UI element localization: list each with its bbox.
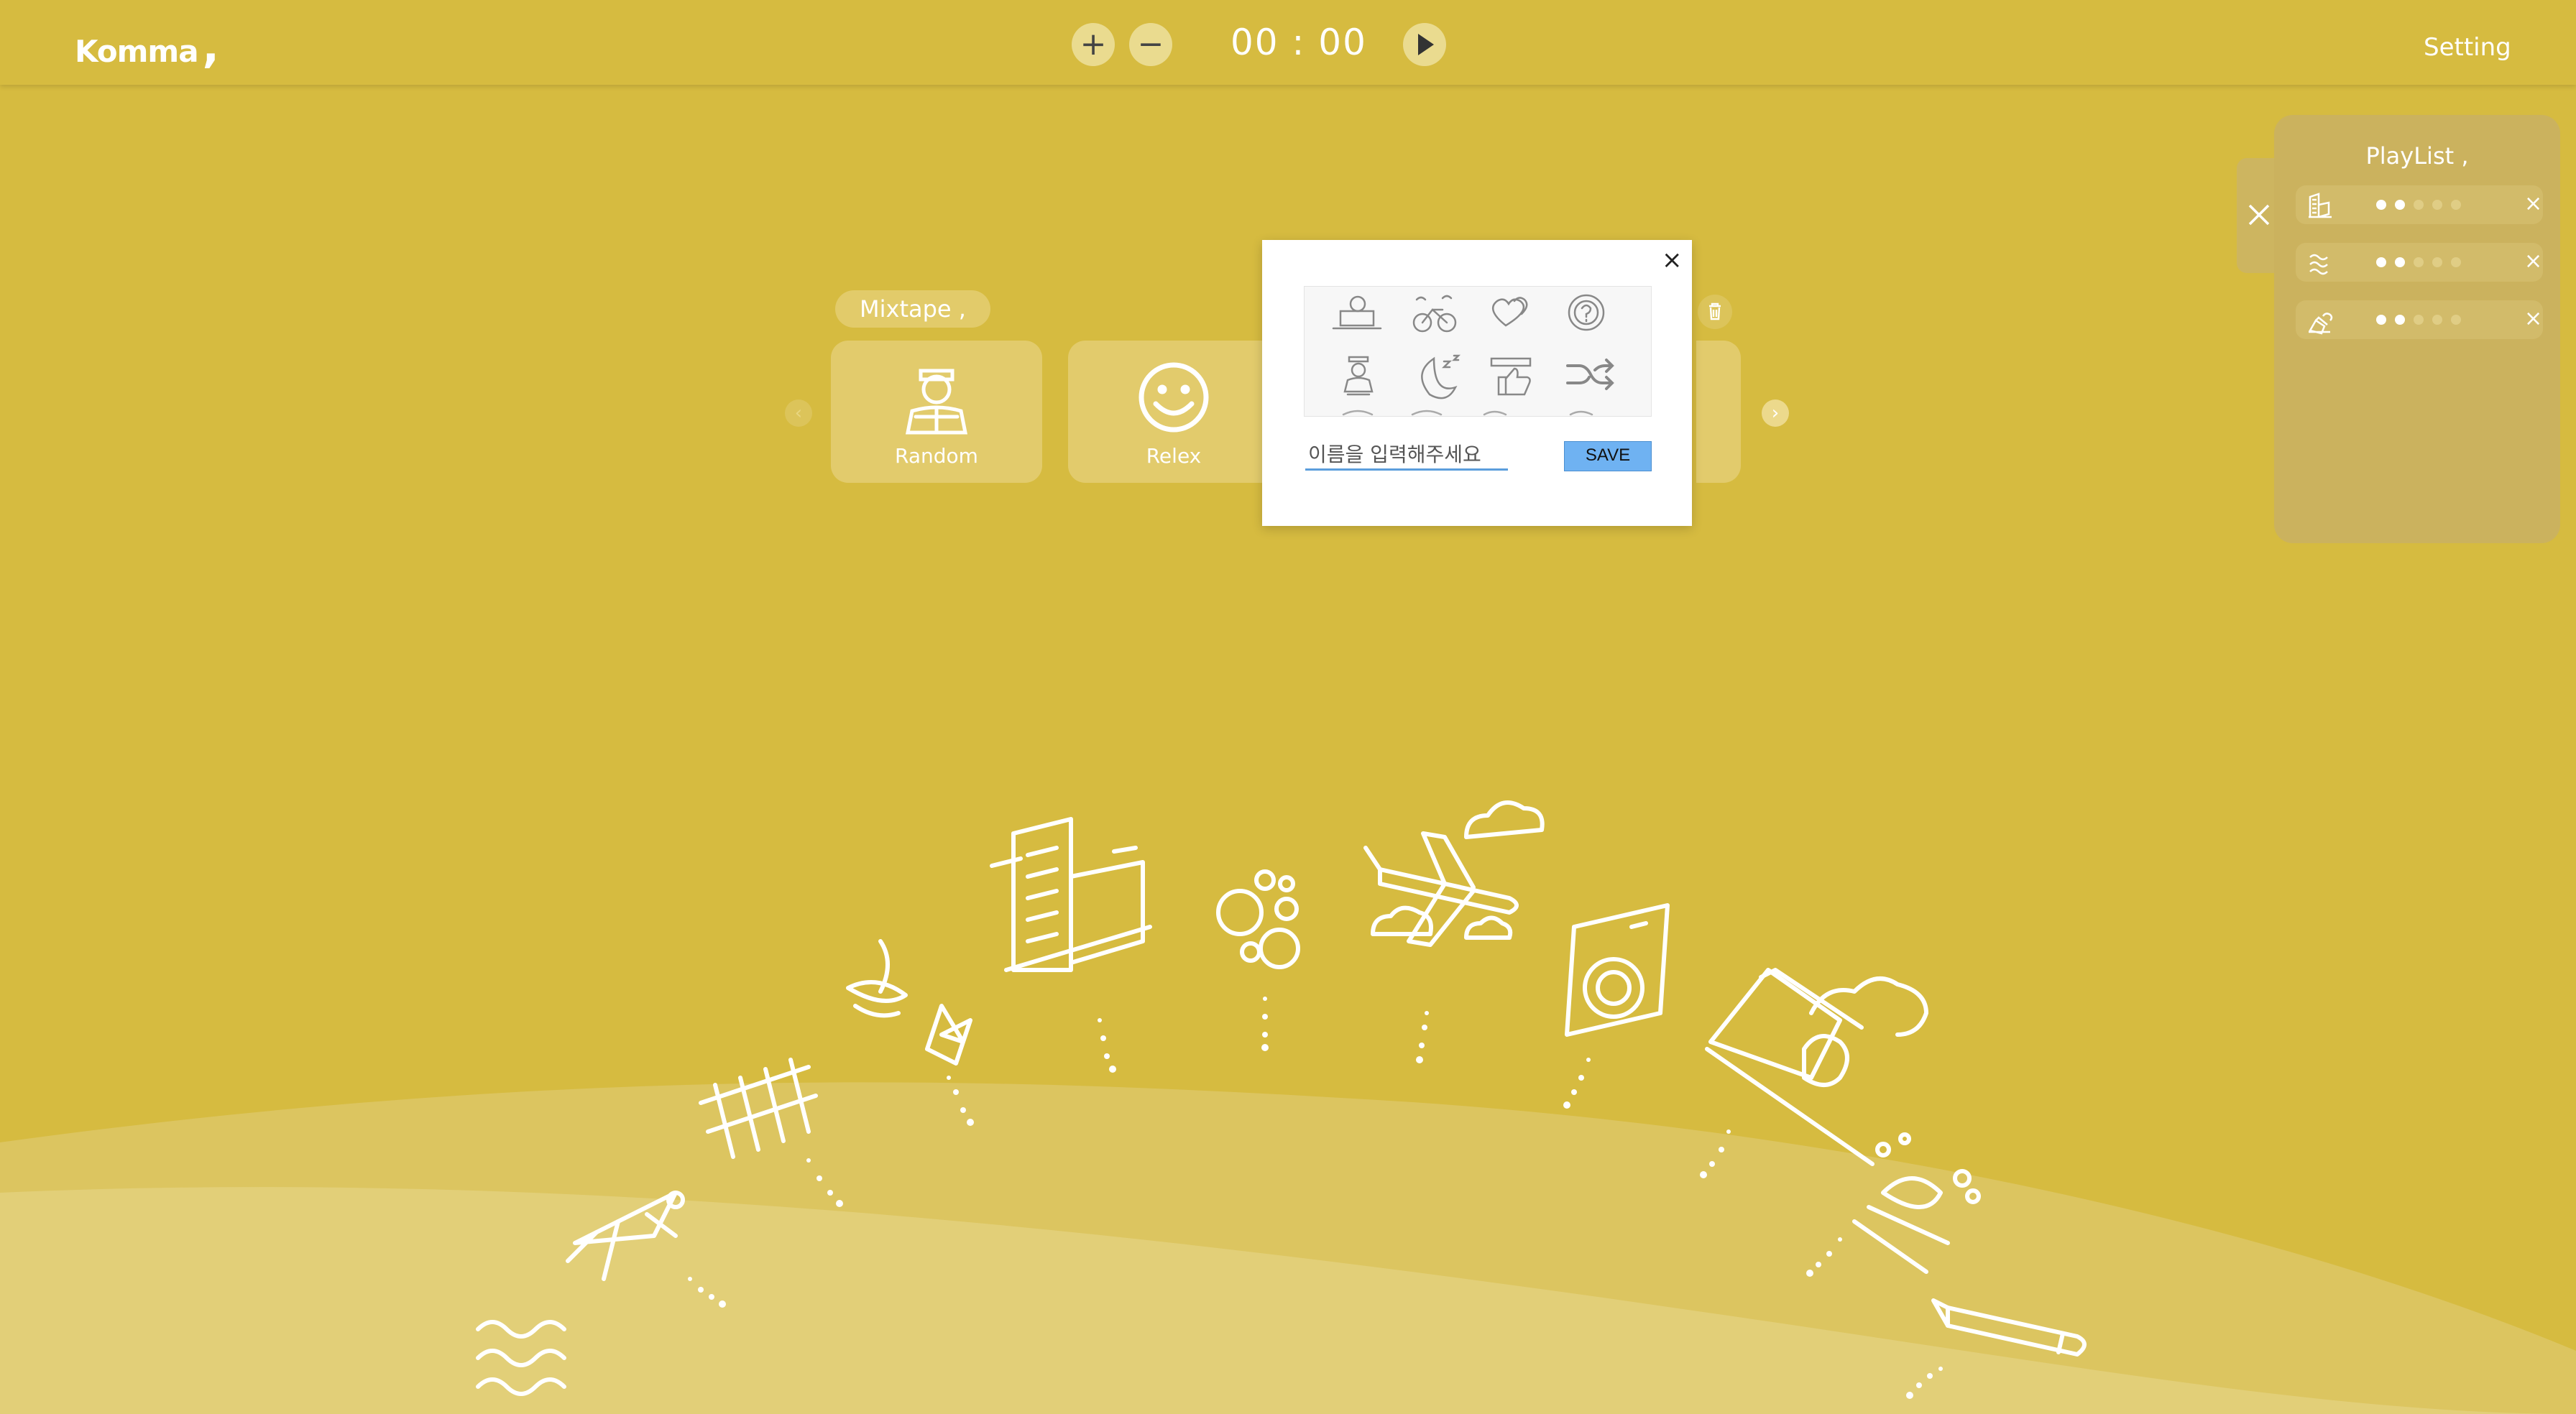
save-mixtape-dialog: × 이름을 입력해주세요 SAVE <box>1262 240 1692 526</box>
minus-icon: − <box>1137 26 1164 63</box>
volume-dot[interactable] <box>2395 315 2405 325</box>
thumbs-up-icon[interactable] <box>1490 357 1532 396</box>
volume-dot[interactable] <box>2395 200 2405 210</box>
logo-mark: , <box>202 20 220 73</box>
volume-level[interactable] <box>2376 257 2461 267</box>
volume-dot[interactable] <box>2414 315 2424 325</box>
volume-level[interactable] <box>2376 200 2461 210</box>
close-icon <box>2248 204 2270 226</box>
washing-machine-icon[interactable] <box>1565 903 1670 1037</box>
card-label: Relex <box>1146 444 1202 468</box>
playlist-item[interactable]: × <box>2296 243 2543 282</box>
volume-dot[interactable] <box>2451 257 2461 267</box>
volume-dot[interactable] <box>2451 200 2461 210</box>
city-buildings-icon <box>2309 193 2332 218</box>
buildings-icon[interactable] <box>990 817 1152 972</box>
playlist-panel: PlayList , × × × <box>2274 115 2560 543</box>
remove-item-button[interactable]: × <box>2524 306 2542 331</box>
volume-dot[interactable] <box>2432 200 2442 210</box>
volume-dot[interactable] <box>2414 257 2424 267</box>
volume-dot[interactable] <box>2376 200 2386 210</box>
mixtape-card-partial[interactable] <box>1696 341 1741 483</box>
delete-mixtape-button[interactable] <box>1698 295 1732 329</box>
timer-display: 00 : 00 <box>1230 22 1367 63</box>
sound-waves-icon <box>2309 254 2328 275</box>
play-icon <box>1418 34 1434 55</box>
volume-dot[interactable] <box>2451 315 2461 325</box>
question-bubble-icon[interactable] <box>1568 294 1605 331</box>
house-icon <box>2309 313 2333 335</box>
moon-sleep-icon[interactable] <box>1421 354 1461 399</box>
playlist-item[interactable]: × <box>2296 185 2543 224</box>
logo-text: Komma <box>75 34 199 69</box>
mixtape-name-input[interactable] <box>1305 440 1508 471</box>
bicycle-icon[interactable] <box>1412 295 1457 333</box>
carousel-next-button[interactable]: › <box>1762 399 1789 427</box>
increase-time-button[interactable]: + <box>1072 23 1115 66</box>
shuffle-icon[interactable] <box>1566 359 1614 390</box>
chevron-left-icon: ‹ <box>794 402 803 424</box>
volume-level[interactable] <box>2376 315 2461 325</box>
card-label: Random <box>895 444 978 468</box>
decrease-time-button[interactable]: − <box>1129 23 1172 66</box>
plus-icon: + <box>1080 26 1107 63</box>
volume-dot[interactable] <box>2432 315 2442 325</box>
leaves-icon[interactable] <box>846 939 972 1066</box>
remove-item-button[interactable]: × <box>2524 249 2542 274</box>
chevron-right-icon: › <box>1771 402 1780 424</box>
computer-user-icon[interactable] <box>1332 295 1382 330</box>
hearts-icon[interactable] <box>1491 297 1528 327</box>
house-smoke-icon[interactable] <box>1705 968 1928 1166</box>
top-bar: Komma, + − 00 : 00 Setting <box>0 0 2576 85</box>
playlist-item[interactable]: × <box>2296 300 2543 339</box>
icon-picker[interactable] <box>1304 286 1652 417</box>
trash-icon <box>1709 302 1721 320</box>
sound-scene <box>0 800 2576 1414</box>
carousel-prev-button[interactable]: ‹ <box>785 399 812 427</box>
mixtape-tag: Mixtape , <box>835 290 990 328</box>
playlist-toggle-button[interactable] <box>2237 158 2280 273</box>
setting-link[interactable]: Setting <box>2424 33 2511 62</box>
mixtape-card-relex[interactable]: Relex <box>1068 341 1279 483</box>
app-logo[interactable]: Komma, <box>75 20 220 73</box>
volume-dot[interactable] <box>2395 257 2405 267</box>
reading-person-icon <box>905 369 968 435</box>
mixtape-card-random[interactable]: Random <box>831 341 1042 483</box>
volume-dot[interactable] <box>2414 200 2424 210</box>
student-icon[interactable] <box>1343 356 1374 396</box>
play-button[interactable] <box>1403 23 1446 66</box>
bubbles-icon[interactable] <box>1216 869 1300 969</box>
volume-dot[interactable] <box>2376 257 2386 267</box>
volume-dot[interactable] <box>2432 257 2442 267</box>
icon-picker-grid <box>1332 294 1614 416</box>
dialog-close-button[interactable]: × <box>1662 246 1683 274</box>
smile-icon <box>1138 362 1209 433</box>
playlist-title: PlayList , <box>2365 142 2469 170</box>
remove-item-button[interactable]: × <box>2524 191 2542 216</box>
volume-dot[interactable] <box>2376 315 2386 325</box>
airplane-icon[interactable] <box>1363 800 1545 947</box>
save-button[interactable]: SAVE <box>1564 441 1652 471</box>
